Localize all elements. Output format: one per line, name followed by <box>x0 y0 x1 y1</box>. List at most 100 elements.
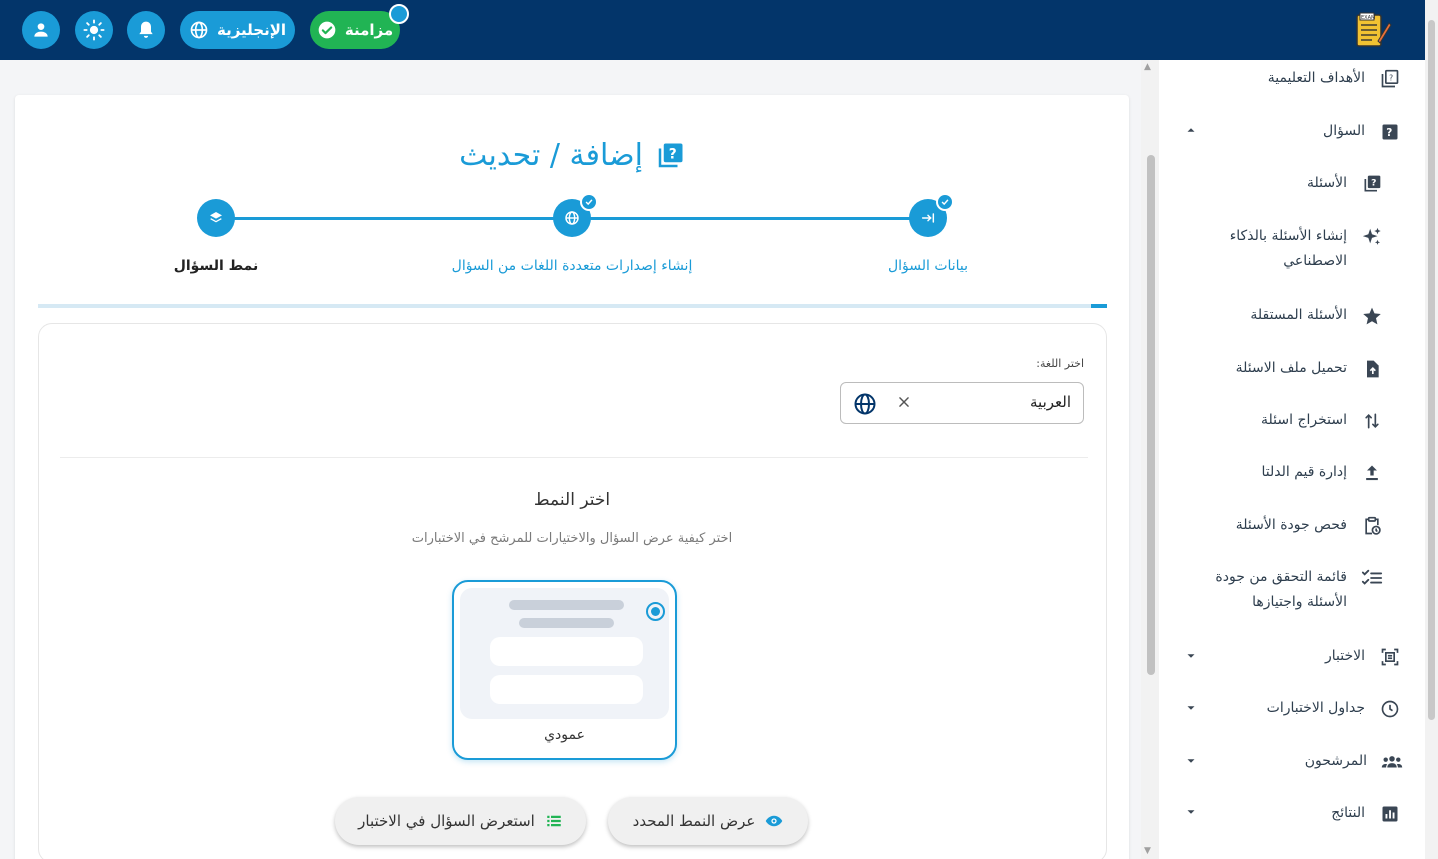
svg-text:?: ? <box>1371 178 1376 189</box>
globe-icon <box>565 211 579 225</box>
sidebar-item-standalone-questions[interactable]: الأسئلة المستقلة <box>1179 303 1383 328</box>
svg-text:?: ? <box>669 146 677 162</box>
sidebar-item-exam-schedules[interactable]: جداول الاختبارات <box>1179 696 1401 721</box>
sidebar-item-exam[interactable]: الاختبار <box>1179 644 1401 669</box>
clipboard-clock-icon <box>1361 515 1383 537</box>
layout-radio[interactable] <box>646 602 665 621</box>
sidebar-item-quality-check[interactable]: فحص جودة الأسئلة <box>1179 513 1383 538</box>
checklist-icon <box>1361 567 1383 589</box>
stepper-line-2 <box>234 217 554 220</box>
svg-text:?: ? <box>1389 73 1393 82</box>
sidebar-item-candidates[interactable]: المرشحون <box>1179 749 1403 774</box>
notifications-button[interactable] <box>127 11 165 49</box>
book-help-icon: ? <box>1379 68 1401 90</box>
stepper-line-1 <box>590 217 910 220</box>
scroll-up-arrow-icon[interactable]: ▲ <box>1144 62 1151 72</box>
progress-bar-fill <box>1090 304 1107 308</box>
sidebar-scroll-thumb[interactable] <box>1147 155 1155 675</box>
sidebar-item-label: المرشحون <box>1304 753 1367 769</box>
preview-question-button[interactable]: استعرض السؤال في الاختبار <box>335 797 586 845</box>
bar-chart-icon <box>1379 803 1401 825</box>
layout-preview <box>460 588 669 719</box>
page-scroll-thumb[interactable] <box>1428 20 1435 720</box>
top-bar: الإنجليزية مزامنة EXAM <box>0 0 1425 60</box>
sidebar-item-label: النتائج <box>1331 805 1365 821</box>
step-question-data-check <box>936 193 954 211</box>
sidebar-item-label: الاختبار <box>1324 648 1365 664</box>
sidebar-item-question[interactable]: السؤال ? <box>1179 119 1401 144</box>
preview-title-bar <box>509 600 624 610</box>
layout-option-label: عمودي <box>544 727 585 743</box>
layout-section-title: اختر النمط <box>533 490 611 510</box>
sidebar-item-label: استخراج اسئلة <box>1261 412 1347 428</box>
check-icon <box>585 199 593 206</box>
progress-bar <box>38 304 1107 308</box>
sidebar-item-delta-values[interactable]: إدارة قيم الدلتا <box>1179 460 1383 485</box>
sidebar-item-label: إدارة قيم الدلتا <box>1261 464 1347 480</box>
preview-layout-button[interactable]: عرض النمط المحدد <box>608 797 808 845</box>
account-button[interactable] <box>22 11 60 49</box>
language-toggle-label: الإنجليزية <box>216 21 287 39</box>
sidebar-item-ai-generate[interactable]: إنشاء الأسئلة بالذكاء الاصطناعي <box>1179 224 1383 274</box>
clock-icon <box>1379 698 1401 720</box>
sync-button[interactable]: مزامنة <box>310 11 400 49</box>
scroll-down-arrow-icon[interactable]: ▼ <box>1144 846 1151 856</box>
sidebar-item-quality-checklist[interactable]: قائمة التحقق من جودة الأسئلة واجتيازها <box>1179 565 1383 615</box>
preview-subtitle-bar <box>519 618 614 628</box>
check-icon <box>941 199 949 206</box>
sidebar-item-questions[interactable]: الأسئلة ? <box>1179 171 1383 196</box>
question-book-icon: ? <box>658 143 683 167</box>
sync-status-dot <box>389 4 409 24</box>
step-label-layout: نمط السؤال <box>173 258 259 274</box>
globe-icon <box>190 21 208 39</box>
section-divider <box>60 457 1088 458</box>
sidebar-item-label: جداول الاختبارات <box>1266 700 1365 716</box>
sidebar-item-upload-questions-file[interactable]: تحميل ملف الاسئلة <box>1179 356 1383 381</box>
layout-radio-dot <box>651 607 660 616</box>
sync-label: مزامنة <box>344 21 394 39</box>
language-toggle-button[interactable]: الإنجليزية <box>180 11 295 49</box>
step-multilang-versions-check <box>580 193 598 211</box>
exam-logo-icon[interactable]: EXAM <box>1352 11 1392 49</box>
language-select-value: العربية <box>1030 393 1071 411</box>
page-title-text: إضافة / تحديث <box>459 138 643 173</box>
sidebar-item-results[interactable]: النتائج <box>1179 801 1401 826</box>
theme-toggle-button[interactable] <box>75 11 113 49</box>
sidebar-item-label: تحميل ملف الاسئلة <box>1235 360 1347 376</box>
question-book-icon: ? <box>1361 173 1383 195</box>
list-icon <box>547 815 561 827</box>
swap-vertical-icon <box>1361 410 1383 432</box>
page-title: إضافة / تحديث ? <box>0 138 1144 173</box>
people-icon <box>1381 751 1403 773</box>
sidebar-item-extract-questions[interactable]: استخراج اسئلة <box>1179 408 1383 433</box>
layout-option-vertical[interactable]: عمودي <box>452 580 677 760</box>
layout-section-subtitle: اختر كيفية عرض السؤال والاختيارات للمرشح… <box>411 531 733 546</box>
eye-icon <box>766 815 783 827</box>
sidebar: الأهداف التعليمية ? السؤال ? الأسئلة ? إ… <box>1159 60 1425 859</box>
language-select-label: اختر اللغة: <box>1036 357 1084 370</box>
step-label-multilang: إنشاء إصدارات متعددة اللغات من السؤال <box>451 258 693 274</box>
preview-question-label: استعرض السؤال في الاختبار <box>358 812 535 830</box>
star-icon <box>1361 305 1383 327</box>
sidebar-item-label: الأسئلة المستقلة <box>1250 307 1347 323</box>
step-label-question-data: بيانات السؤال <box>887 258 969 274</box>
sidebar-item-label: الأهداف التعليمية <box>1267 70 1365 86</box>
sidebar-item-label: الأسئلة <box>1307 175 1347 191</box>
sun-icon <box>83 19 105 41</box>
sidebar-item-label: إنشاء الأسئلة بالذكاء الاصطناعي <box>1229 228 1347 269</box>
sidebar-item-label: فحص جودة الأسئلة <box>1235 517 1347 533</box>
check-circle-icon <box>318 21 336 39</box>
sparkle-icon <box>1361 226 1383 248</box>
file-upload-icon <box>1361 358 1383 380</box>
sidebar-item-label: السؤال <box>1323 123 1365 139</box>
svg-text:?: ? <box>1386 127 1392 139</box>
close-icon[interactable] <box>897 395 911 409</box>
layers-icon <box>210 212 222 223</box>
exam-frame-icon <box>1379 646 1401 668</box>
upload-icon <box>1361 462 1383 484</box>
step-question-layout[interactable] <box>197 199 235 237</box>
sidebar-item-learning-objectives[interactable]: الأهداف التعليمية ? <box>1179 66 1401 91</box>
globe-icon <box>854 393 876 415</box>
language-select[interactable]: العربية <box>840 382 1084 424</box>
login-arrow-icon <box>921 213 935 223</box>
